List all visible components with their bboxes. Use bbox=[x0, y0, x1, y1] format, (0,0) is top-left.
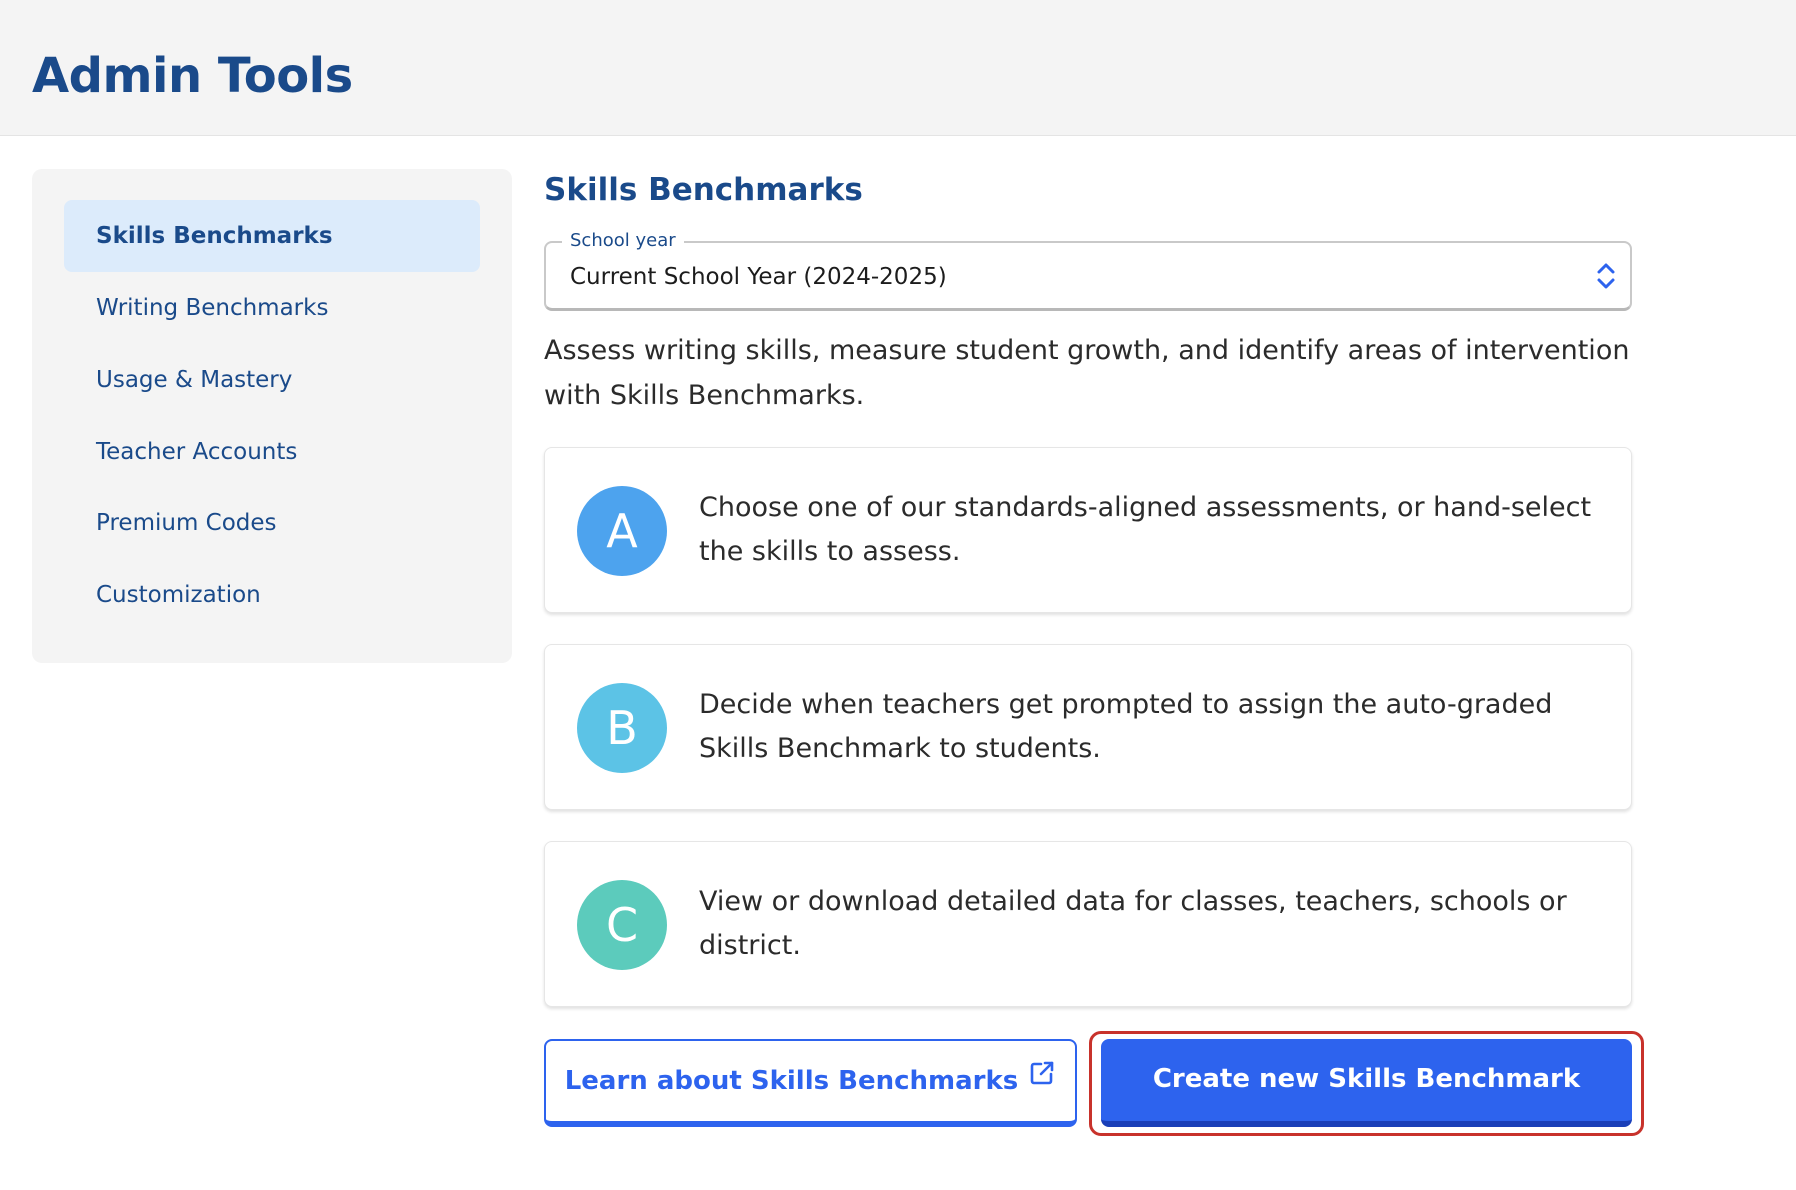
learn-about-skills-benchmarks-button[interactable]: Learn about Skills Benchmarks bbox=[544, 1039, 1077, 1127]
learn-button-label: Learn about Skills Benchmarks bbox=[564, 1066, 1019, 1096]
school-year-label: School year bbox=[562, 229, 684, 253]
school-year-select[interactable]: School year Current School Year (2024-20… bbox=[544, 229, 1632, 311]
step-text-c: View or download detailed data for class… bbox=[699, 886, 1567, 961]
sidebar-item-writing-benchmarks[interactable]: Writing Benchmarks bbox=[64, 272, 480, 344]
step-card-a: A Choose one of our standards-aligned as… bbox=[544, 447, 1632, 613]
sidebar-item-customization[interactable]: Customization bbox=[64, 559, 480, 631]
school-year-value: Current School Year (2024-2025) bbox=[570, 264, 947, 290]
step-text-b: Decide when teachers get prompted to ass… bbox=[699, 689, 1553, 764]
step-badge-a: A bbox=[577, 486, 667, 576]
sidebar-item-premium-codes[interactable]: Premium Codes bbox=[64, 487, 480, 559]
external-link-icon bbox=[1028, 1039, 1056, 1119]
page-header: Admin Tools bbox=[0, 0, 1796, 136]
section-description: Assess writing skills, measure student g… bbox=[544, 335, 1630, 411]
sidebar-item-skills-benchmarks[interactable]: Skills Benchmarks bbox=[64, 200, 480, 272]
section-title: Skills Benchmarks bbox=[544, 172, 863, 208]
step-card-c: C View or download detailed data for cla… bbox=[544, 841, 1632, 1007]
sidebar-item-teacher-accounts[interactable]: Teacher Accounts bbox=[64, 416, 480, 488]
step-card-b: B Decide when teachers get prompted to a… bbox=[544, 644, 1632, 810]
chevron-up-down-icon bbox=[1594, 259, 1618, 293]
sidebar: Skills Benchmarks Writing Benchmarks Usa… bbox=[32, 169, 512, 663]
page-title: Admin Tools bbox=[32, 48, 353, 104]
step-text-a: Choose one of our standards-aligned asse… bbox=[699, 492, 1592, 567]
sidebar-item-usage-mastery[interactable]: Usage & Mastery bbox=[64, 344, 480, 416]
step-badge-b: B bbox=[577, 683, 667, 773]
create-new-skills-benchmark-button[interactable]: Create new Skills Benchmark bbox=[1101, 1039, 1632, 1127]
step-badge-c: C bbox=[577, 880, 667, 970]
